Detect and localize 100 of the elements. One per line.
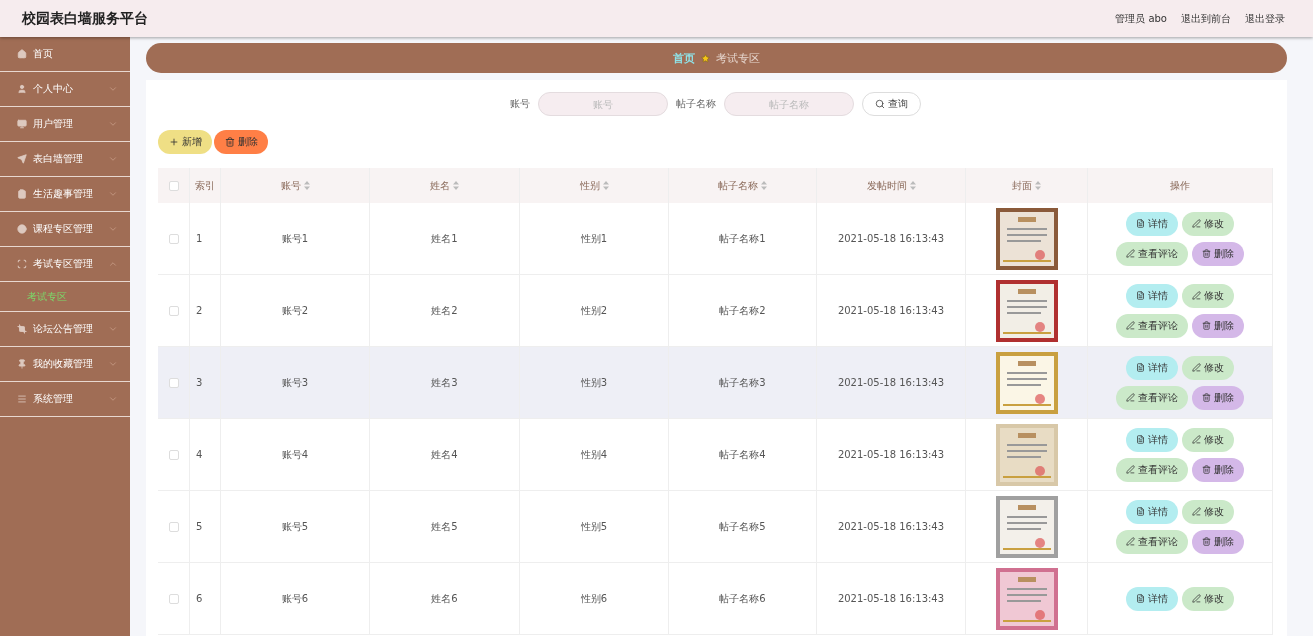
header-link[interactable]: 管理员 abo (1115, 11, 1167, 26)
edit-button[interactable]: 修改 (1182, 427, 1234, 452)
pen-icon (1192, 507, 1201, 516)
trash-icon (1202, 321, 1211, 330)
pen-icon (1192, 291, 1201, 300)
sort-icon (602, 181, 609, 190)
edit-button[interactable]: 修改 (1182, 283, 1234, 308)
chevron-icon (108, 259, 118, 269)
trash-icon (224, 137, 235, 147)
checkbox[interactable] (168, 593, 179, 604)
comment-button[interactable]: 查看评论 (1116, 313, 1188, 338)
detail-button[interactable]: 详情 (1126, 283, 1178, 308)
edit-button[interactable]: 修改 (1182, 586, 1234, 611)
star-icon (701, 53, 710, 63)
column-header: 操作 (1088, 168, 1273, 203)
document-icon (1136, 507, 1145, 516)
document-icon (1136, 594, 1145, 603)
column-header[interactable]: 姓名 (370, 168, 520, 203)
detail-button[interactable]: 详情 (1126, 355, 1178, 380)
column-header[interactable]: 性别 (520, 168, 669, 203)
plus-icon (168, 137, 179, 147)
chevron-icon (108, 119, 118, 129)
delete-button[interactable]: 删除 (1192, 241, 1244, 266)
comment-button[interactable]: 查看评论 (1116, 457, 1188, 482)
document-icon (1136, 363, 1145, 372)
crop-icon (17, 324, 27, 334)
delete-button[interactable]: 删除 (1192, 529, 1244, 554)
scan-icon (17, 259, 27, 269)
sidebar-item[interactable]: 系统管理 (0, 382, 130, 417)
detail-button[interactable]: 详情 (1126, 427, 1178, 452)
chevron-icon (108, 359, 118, 369)
chevron-icon (108, 84, 118, 94)
column-header: 索引 (190, 168, 221, 203)
field-label: 帖子名称 (676, 97, 716, 111)
delete-button[interactable]: 删除 (1192, 385, 1244, 410)
trash-icon (1202, 393, 1211, 402)
sidebar-item[interactable]: 首页 (0, 37, 130, 72)
detail-button[interactable]: 详情 (1126, 211, 1178, 236)
column-header[interactable]: 帖子名称 (669, 168, 817, 203)
pen-icon (1126, 393, 1135, 402)
comment-button[interactable]: 查看评论 (1116, 385, 1188, 410)
delete-button[interactable]: 删除 (1192, 457, 1244, 482)
checkbox[interactable] (168, 233, 179, 244)
sidebar-item[interactable]: 课程专区管理 (0, 212, 130, 247)
sort-icon (909, 181, 916, 190)
chevron-icon (108, 154, 118, 164)
app-title: 校园表白墙服务平台 (22, 9, 149, 28)
detail-button[interactable]: 详情 (1126, 499, 1178, 524)
table-cell: 性别6 (520, 563, 669, 635)
trash-icon (1202, 537, 1211, 546)
monitor-icon (17, 119, 27, 129)
pin-icon (17, 359, 27, 369)
checkbox[interactable] (168, 449, 179, 460)
sidebar-item[interactable]: 个人中心 (0, 72, 130, 107)
sidebar-item[interactable]: 论坛公告管理 (0, 312, 130, 347)
menu-icon (17, 394, 27, 404)
sidebar-item[interactable]: 用户管理 (0, 107, 130, 142)
trash-icon (1202, 465, 1211, 474)
chevron-icon (108, 324, 118, 334)
comment-button[interactable]: 查看评论 (1116, 529, 1188, 554)
detail-button[interactable]: 详情 (1126, 586, 1178, 611)
table-cell: 账号6 (221, 563, 370, 635)
delete-button[interactable]: 删除 (214, 130, 268, 154)
edit-button[interactable]: 修改 (1182, 211, 1234, 236)
pen-icon (1126, 321, 1135, 330)
sidebar-item[interactable]: 生活趣事管理 (0, 177, 130, 212)
table-cell: 2021-05-18 16:13:43 (817, 563, 966, 635)
table-cell: 6 (190, 563, 221, 635)
checkbox[interactable] (168, 377, 179, 388)
chevron-icon (108, 224, 118, 234)
edit-button[interactable]: 修改 (1182, 499, 1234, 524)
header-link[interactable]: 退出登录 (1245, 11, 1285, 26)
document-icon (1136, 219, 1145, 228)
chevron-icon (108, 189, 118, 199)
pen-icon (1126, 465, 1135, 474)
sort-icon (303, 181, 310, 190)
sidebar-item[interactable]: 考试专区管理 (0, 247, 130, 282)
add-button[interactable]: 新增 (158, 130, 212, 154)
column-header[interactable]: 账号 (221, 168, 370, 203)
comment-button[interactable]: 查看评论 (1116, 241, 1188, 266)
checkbox[interactable] (168, 305, 179, 316)
delete-button[interactable]: 删除 (1192, 313, 1244, 338)
column-header[interactable]: 发帖时间 (817, 168, 966, 203)
sort-icon (761, 181, 767, 190)
user-icon (17, 84, 27, 94)
header-link[interactable]: 退出到前台 (1181, 11, 1231, 26)
search-icon (875, 99, 885, 109)
trash-icon (1202, 249, 1211, 258)
pen-icon (1192, 594, 1201, 603)
pen-icon (1126, 249, 1135, 258)
checkbox[interactable] (168, 521, 179, 532)
sidebar-item[interactable]: 表白墙管理 (0, 142, 130, 177)
search-button[interactable]: 查询 (862, 92, 921, 116)
edit-button[interactable]: 修改 (1182, 355, 1234, 380)
home-icon (17, 49, 27, 59)
sidebar-item[interactable]: 我的收藏管理 (0, 347, 130, 382)
field-label: 账号 (510, 97, 530, 111)
checkbox[interactable] (168, 180, 179, 191)
document-icon (1136, 435, 1145, 444)
column-header[interactable]: 封面 (966, 168, 1088, 203)
